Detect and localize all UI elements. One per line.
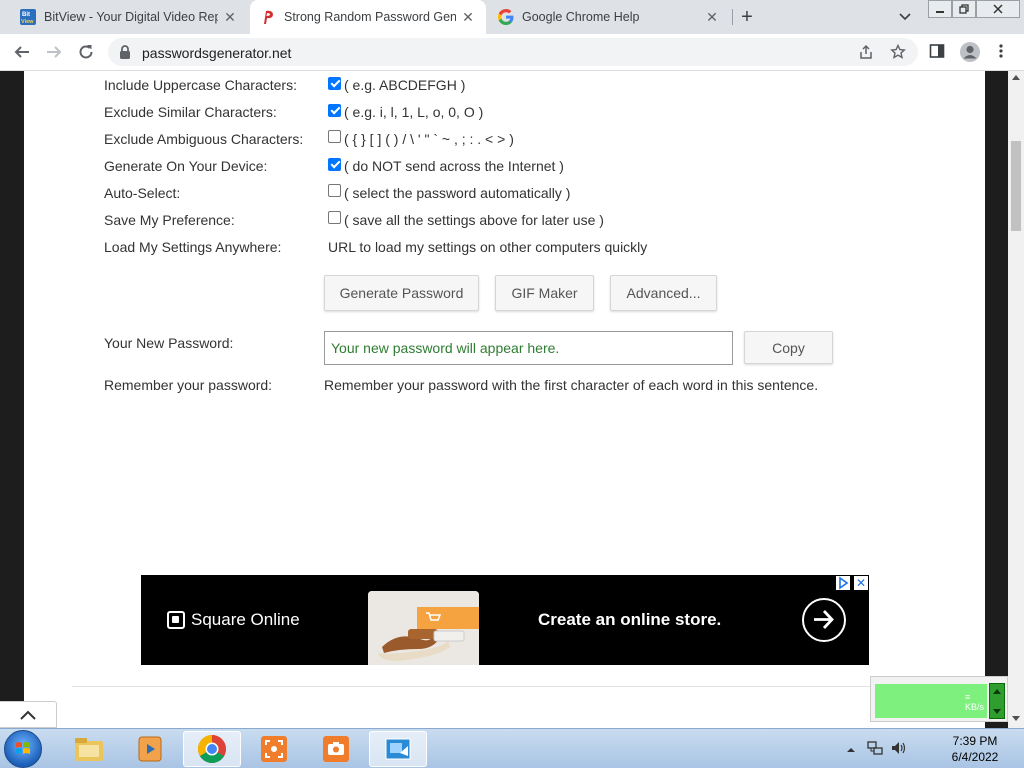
square-online-ad[interactable]: Square Online Create an online store. ✕ [141, 575, 869, 665]
generate-password-button[interactable]: Generate Password [324, 275, 479, 311]
media-player-icon[interactable] [121, 731, 179, 767]
tab-password-generator[interactable]: Strong Random Password Generator ✕ [250, 0, 486, 34]
page-viewport: Include Uppercase Characters: ( e.g. ABC… [0, 71, 1008, 728]
load-settings-label: Load My Settings Anywhere: [104, 239, 282, 255]
side-panel-icon[interactable] [929, 43, 945, 64]
option-hint: ( { } [ ] ( ) / \ ' " ` ~ , ; : . < > ) [344, 131, 514, 147]
tab-search-chevron-icon[interactable] [897, 8, 913, 24]
network-meter-widget[interactable]: ≡ KB/s [870, 676, 1008, 722]
tab-title: Strong Random Password Generator [284, 10, 456, 24]
close-window-icon[interactable] [976, 0, 1020, 18]
ad-brand: Square Online [191, 610, 300, 629]
divider [72, 686, 962, 687]
ad-close-icon[interactable]: ✕ [854, 576, 868, 590]
load-settings-link[interactable]: URL to load my settings on other compute… [328, 239, 647, 255]
ad-cta-text: Create an online store. [538, 610, 722, 629]
option-label: Auto-Select: [104, 185, 181, 201]
address-bar[interactable]: passwordsgenerator.net [108, 38, 918, 66]
bitview-icon: Bit View [20, 9, 36, 25]
clock-date: 6/4/2022 [951, 750, 999, 764]
close-tab-icon[interactable]: ✕ [222, 9, 238, 25]
new-password-label: Your New Password: [104, 335, 234, 351]
show-hidden-icons-icon[interactable] [846, 742, 856, 760]
option-label: Include Uppercase Characters: [104, 77, 297, 93]
back-arrow-icon[interactable] [12, 42, 32, 62]
remember-password-text: Remember your password with the first ch… [324, 377, 819, 393]
scroll-down-arrow-icon[interactable] [1012, 716, 1020, 721]
meter-toggle[interactable] [989, 683, 1005, 719]
exclude-similar-checkbox[interactable] [328, 104, 341, 117]
camera-app-icon[interactable] [307, 731, 365, 767]
square-logo-icon [167, 611, 185, 629]
restore-icon[interactable] [952, 0, 976, 18]
toolbar: passwordsgenerator.net [0, 34, 1024, 71]
share-icon[interactable] [858, 44, 874, 60]
svg-text:View: View [21, 19, 34, 25]
volume-icon[interactable] [890, 739, 908, 762]
ad-choices-icon[interactable] [836, 576, 850, 590]
vertical-scrollbar[interactable] [1008, 71, 1024, 728]
generate-on-device-checkbox[interactable] [328, 158, 341, 171]
option-label: Exclude Similar Characters: [104, 104, 277, 120]
menu-kebab-icon[interactable] [996, 43, 1006, 64]
forward-arrow-icon[interactable] [44, 42, 64, 62]
new-password-field[interactable]: Your new password will appear here. [324, 331, 733, 365]
option-hint: ( save all the settings above for later … [344, 212, 604, 228]
save-preference-checkbox[interactable] [328, 211, 341, 224]
tab-bitview[interactable]: Bit View BitView - Your Digital Video Rep… [0, 0, 248, 34]
network-icon[interactable] [866, 739, 884, 762]
file-explorer-icon[interactable] [60, 731, 118, 767]
option-hint: ( do NOT send across the Internet ) [344, 158, 564, 174]
system-clock[interactable]: 7:39 PM 6/4/2022 [940, 733, 1010, 765]
minimize-icon[interactable] [928, 0, 952, 18]
tab-chrome-help[interactable]: Google Chrome Help ✕ [488, 0, 730, 34]
arrow-right-circle-icon[interactable] [802, 598, 846, 642]
clock-time: 7:39 PM [952, 734, 998, 748]
chrome-taskbar-icon[interactable] [183, 731, 241, 767]
screenshot-tool-icon[interactable] [245, 731, 303, 767]
windows-start-icon[interactable] [4, 730, 42, 768]
page-content: Include Uppercase Characters: ( e.g. ABC… [24, 71, 985, 728]
meter-bar: ≡ KB/s [875, 684, 987, 718]
profile-avatar-icon[interactable] [959, 41, 981, 68]
scroll-up-arrow-icon[interactable] [1012, 75, 1020, 80]
browser-window: Bit View BitView - Your Digital Video Rep… [0, 0, 1024, 768]
screen-capture-app-icon[interactable] [369, 731, 427, 767]
advanced-button[interactable]: Advanced... [610, 275, 717, 311]
new-tab-icon[interactable]: + [737, 7, 757, 27]
ad-product-image [368, 591, 479, 665]
tab-title: BitView - Your Digital Video Repository [44, 10, 218, 24]
include-uppercase-checkbox[interactable] [328, 77, 341, 90]
exclude-ambiguous-checkbox[interactable] [328, 130, 341, 143]
option-hint: ( e.g. ABCDEFGH ) [344, 77, 466, 93]
option-label: Generate On Your Device: [104, 158, 268, 174]
meter-text: ≡ KB/s [965, 692, 985, 712]
tab-title: Google Chrome Help [522, 10, 640, 24]
tab-strip: Bit View BitView - Your Digital Video Rep… [0, 0, 1024, 34]
scroll-top-button[interactable] [0, 701, 57, 728]
taskbar: 7:39 PM 6/4/2022 [0, 728, 1024, 768]
option-label: Exclude Ambiguous Characters: [104, 131, 304, 147]
url-text[interactable]: passwordsgenerator.net [142, 45, 291, 61]
bookmark-star-icon[interactable] [890, 43, 906, 60]
svg-text:Bit: Bit [22, 12, 30, 18]
option-hint: ( select the password automatically ) [344, 185, 571, 201]
gif-maker-button[interactable]: GIF Maker [495, 275, 594, 311]
close-tab-icon[interactable]: ✕ [704, 9, 720, 25]
passwords-generator-icon [260, 9, 276, 25]
option-hint: ( e.g. i, l, 1, L, o, 0, O ) [344, 104, 484, 120]
scroll-thumb[interactable] [1011, 141, 1021, 231]
copy-button[interactable]: Copy [744, 331, 833, 364]
tab-separator [732, 9, 733, 25]
auto-select-checkbox[interactable] [328, 184, 341, 197]
close-tab-icon[interactable]: ✕ [460, 9, 476, 25]
option-label: Save My Preference: [104, 212, 235, 228]
remember-password-label: Remember your password: [104, 377, 273, 393]
google-icon [498, 9, 514, 25]
reload-icon[interactable] [76, 42, 96, 62]
lock-icon[interactable] [119, 45, 131, 64]
